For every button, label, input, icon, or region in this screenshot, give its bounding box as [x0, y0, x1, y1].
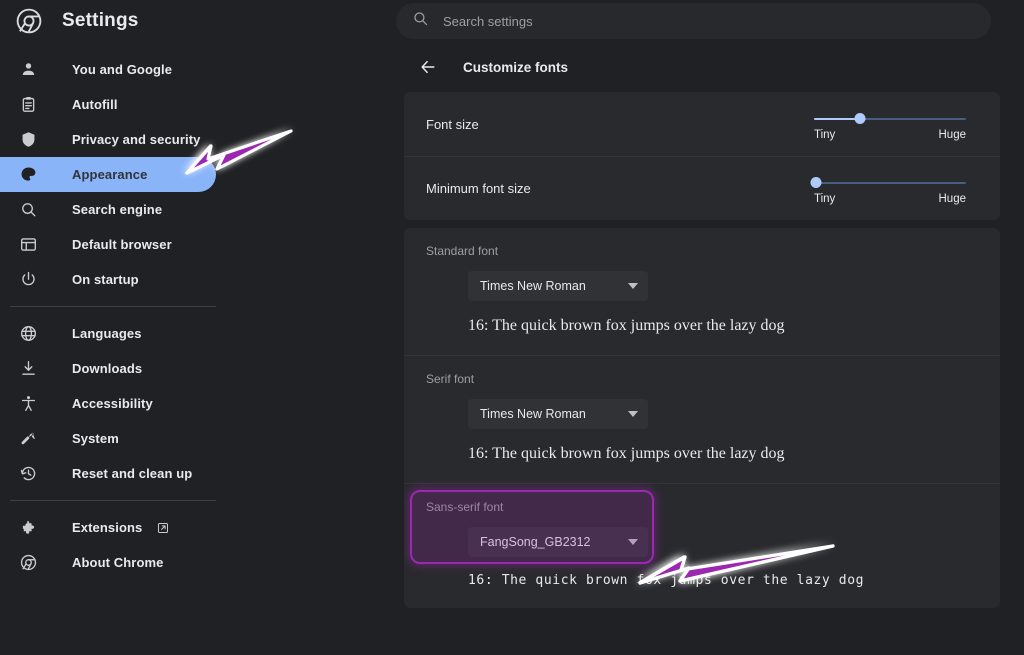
sidebar-item-label: Languages: [72, 326, 142, 341]
minimum-font-size-slider[interactable]: Tiny Huge: [810, 172, 966, 205]
sidebar-item-appearance[interactable]: Appearance: [0, 157, 216, 192]
section-standard-font: Standard font Times New Roman 16: The quic…: [404, 228, 1000, 355]
globe-icon: [18, 324, 38, 344]
sidebar-item-label: Search engine: [72, 202, 163, 217]
slider-track[interactable]: [814, 112, 966, 126]
slider-max-label: Huge: [938, 193, 967, 205]
search-icon: [412, 10, 429, 32]
brand: Settings: [0, 8, 396, 34]
sidebar-item-search-engine[interactable]: Search engine: [0, 192, 216, 227]
sans-serif-font-selected-value: FangSong_GB2312: [480, 535, 591, 549]
back-arrow-icon[interactable]: [418, 57, 438, 77]
sidebar-item-label: Reset and clean up: [72, 466, 193, 481]
search-input[interactable]: Search settings: [396, 3, 991, 39]
chevron-down-icon: [628, 539, 638, 545]
font-size-slider[interactable]: Tiny Huge: [814, 108, 966, 141]
wrench-icon: [18, 429, 38, 449]
sidebar-item-label: On startup: [72, 272, 139, 287]
sidebar-item-you-and-google[interactable]: You and Google: [0, 52, 216, 87]
sidebar-item-label: Accessibility: [72, 396, 153, 411]
slider-thumb[interactable]: [854, 112, 866, 124]
sidebar-item-label: Privacy and security: [72, 132, 201, 147]
standard-font-selected-value: Times New Roman: [480, 279, 586, 293]
slider-line: [814, 182, 966, 184]
sans-serif-font-sample-text: 16: The quick brown fox jumps over the l…: [468, 573, 865, 588]
row-font-size: Font size Tiny Huge: [404, 92, 1000, 156]
external-link-icon[interactable]: [156, 521, 170, 535]
settings-window: Settings Search settings You and Google A…: [0, 0, 1024, 655]
person-icon: [18, 60, 38, 80]
sidebar-item-on-startup[interactable]: On startup: [0, 262, 216, 297]
chrome-logo-icon: [16, 8, 42, 34]
standard-font-sample-text: 16: The quick brown fox jumps over the l…: [468, 317, 785, 334]
sidebar-item-label: Appearance: [72, 167, 148, 182]
sidebar-divider: [10, 500, 216, 501]
slider-end-labels: Tiny Huge: [814, 193, 966, 205]
page-header: Customize fonts: [396, 42, 1024, 92]
sidebar-item-label: System: [72, 431, 119, 446]
sidebar-item-autofill[interactable]: Autofill: [0, 87, 216, 122]
sidebar-item-about-chrome[interactable]: About Chrome: [0, 545, 216, 580]
slider-min-label: Tiny: [814, 128, 836, 141]
sidebar-item-languages[interactable]: Languages: [0, 316, 216, 351]
sidebar-divider: [10, 306, 216, 307]
sidebar: You and Google Autofill Privacy and securi…: [0, 42, 396, 655]
sidebar-item-privacy-and-security[interactable]: Privacy and security: [0, 122, 216, 157]
font-size-card: Font size Tiny Huge Minimum font size Tiny Hu…: [404, 92, 1000, 220]
serif-font-selected-value: Times New Roman: [480, 407, 586, 421]
row-minimum-font-size: Minimum font size Tiny Huge: [404, 156, 1000, 220]
history-icon: [18, 464, 38, 484]
sans-serif-font-label: Sans-serif font: [426, 500, 504, 514]
section-sans-serif-font: Sans-serif font FangSong_GB2312 16: The qu…: [404, 483, 1000, 608]
slider-min-label: Tiny: [814, 193, 836, 205]
power-icon: [18, 270, 38, 290]
sidebar-item-reset-and-clean-up[interactable]: Reset and clean up: [0, 456, 216, 491]
sidebar-item-label: Autofill: [72, 97, 118, 112]
sidebar-item-label: Downloads: [72, 361, 143, 376]
slider-end-labels: Tiny Huge: [814, 129, 966, 141]
shield-icon: [18, 130, 38, 150]
search-placeholder: Search settings: [443, 13, 533, 29]
page-title: Customize fonts: [463, 59, 569, 75]
app-title: Settings: [62, 10, 139, 31]
standard-font-dropdown[interactable]: Times New Roman: [468, 271, 648, 301]
sidebar-item-label: About Chrome: [72, 555, 164, 570]
search-area: Search settings: [396, 3, 1024, 39]
section-serif-font: Serif font Times New Roman 16: The quick b…: [404, 355, 1000, 483]
chrome-logo-icon: [18, 553, 38, 573]
accessibility-icon: [18, 394, 38, 414]
minimum-font-size-label: Minimum font size: [426, 181, 531, 196]
main-content: Customize fonts Font size Tiny Huge Minimum…: [396, 42, 1024, 655]
slider-max-label: Huge: [938, 128, 967, 141]
palette-icon: [18, 165, 38, 185]
sans-serif-font-dropdown[interactable]: FangSong_GB2312: [468, 527, 648, 557]
sidebar-item-default-browser[interactable]: Default browser: [0, 227, 216, 262]
sidebar-item-extensions[interactable]: Extensions: [0, 510, 216, 545]
chevron-down-icon: [628, 411, 638, 417]
puzzle-icon: [18, 518, 38, 538]
download-icon: [18, 359, 38, 379]
clipboard-icon: [18, 95, 38, 115]
slider-thumb[interactable]: [810, 177, 822, 188]
font-family-card: Standard font Times New Roman 16: The quic…: [404, 228, 1000, 608]
slider-fill: [814, 117, 860, 120]
chevron-down-icon: [628, 283, 638, 289]
top-bar: Settings Search settings: [0, 0, 1024, 42]
sidebar-item-system[interactable]: System: [0, 421, 216, 456]
search-icon: [18, 200, 38, 220]
sidebar-item-accessibility[interactable]: Accessibility: [0, 386, 216, 421]
standard-font-label: Standard font: [426, 244, 499, 258]
sidebar-item-label: You and Google: [72, 62, 173, 77]
sidebar-item-label: Extensions: [72, 520, 143, 535]
serif-font-sample-text: 16: The quick brown fox jumps over the l…: [468, 445, 785, 462]
slider-track[interactable]: [810, 176, 966, 190]
serif-font-dropdown[interactable]: Times New Roman: [468, 399, 648, 429]
sidebar-item-downloads[interactable]: Downloads: [0, 351, 216, 386]
browser-icon: [18, 235, 38, 255]
serif-font-label: Serif font: [426, 372, 475, 386]
sidebar-item-label: Default browser: [72, 237, 172, 252]
font-size-label: Font size: [426, 116, 479, 132]
